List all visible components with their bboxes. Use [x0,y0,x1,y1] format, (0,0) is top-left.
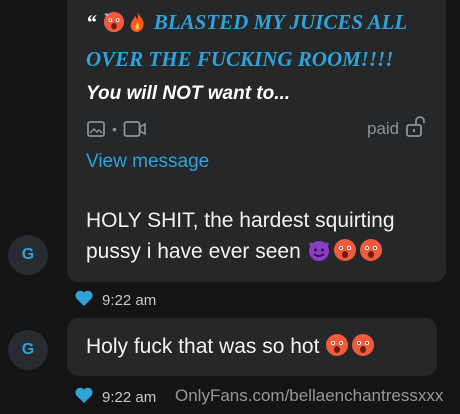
hot-face-emoji-icon [351,333,375,363]
view-message-link[interactable]: View message [86,151,209,173]
message-text: HOLY SHIT, the hardest squirting pussy i… [86,205,436,271]
heart-icon[interactable] [74,289,94,311]
message-time: 9:22 am [102,388,157,406]
open-quote: “ [86,10,97,34]
heart-icon[interactable] [74,386,94,408]
price-status: paid [367,115,426,143]
avatar[interactable]: G [8,235,48,275]
message-text: Holy fuck that was so hot [86,333,377,363]
avatar[interactable]: G [8,330,48,370]
smiling-devil-emoji-icon [307,238,331,271]
hot-face-emoji-icon [103,10,125,43]
hot-face-emoji-icon [325,333,349,363]
media-separator: • [112,121,117,137]
hot-face-emoji-icon [359,238,383,271]
promo-teaser: You will NOT want to... [86,83,291,104]
paid-label: paid [367,119,400,138]
locked-message-preview: “ BLASTED MY JUICES ALL OVER THE FUCKING… [86,6,426,110]
hot-face-emoji-icon [333,238,357,271]
message-meta: 9:22 am [74,289,156,311]
watermark: OnlyFans.com/bellaenchantressxxx [175,386,444,405]
unlock-icon [405,115,426,143]
image-icon [86,119,106,139]
fire-emoji-icon [127,10,147,43]
message-meta: 9:22 am [74,386,156,408]
message-time: 9:22 am [102,291,157,309]
video-icon [123,120,147,138]
media-types: • [86,118,147,140]
